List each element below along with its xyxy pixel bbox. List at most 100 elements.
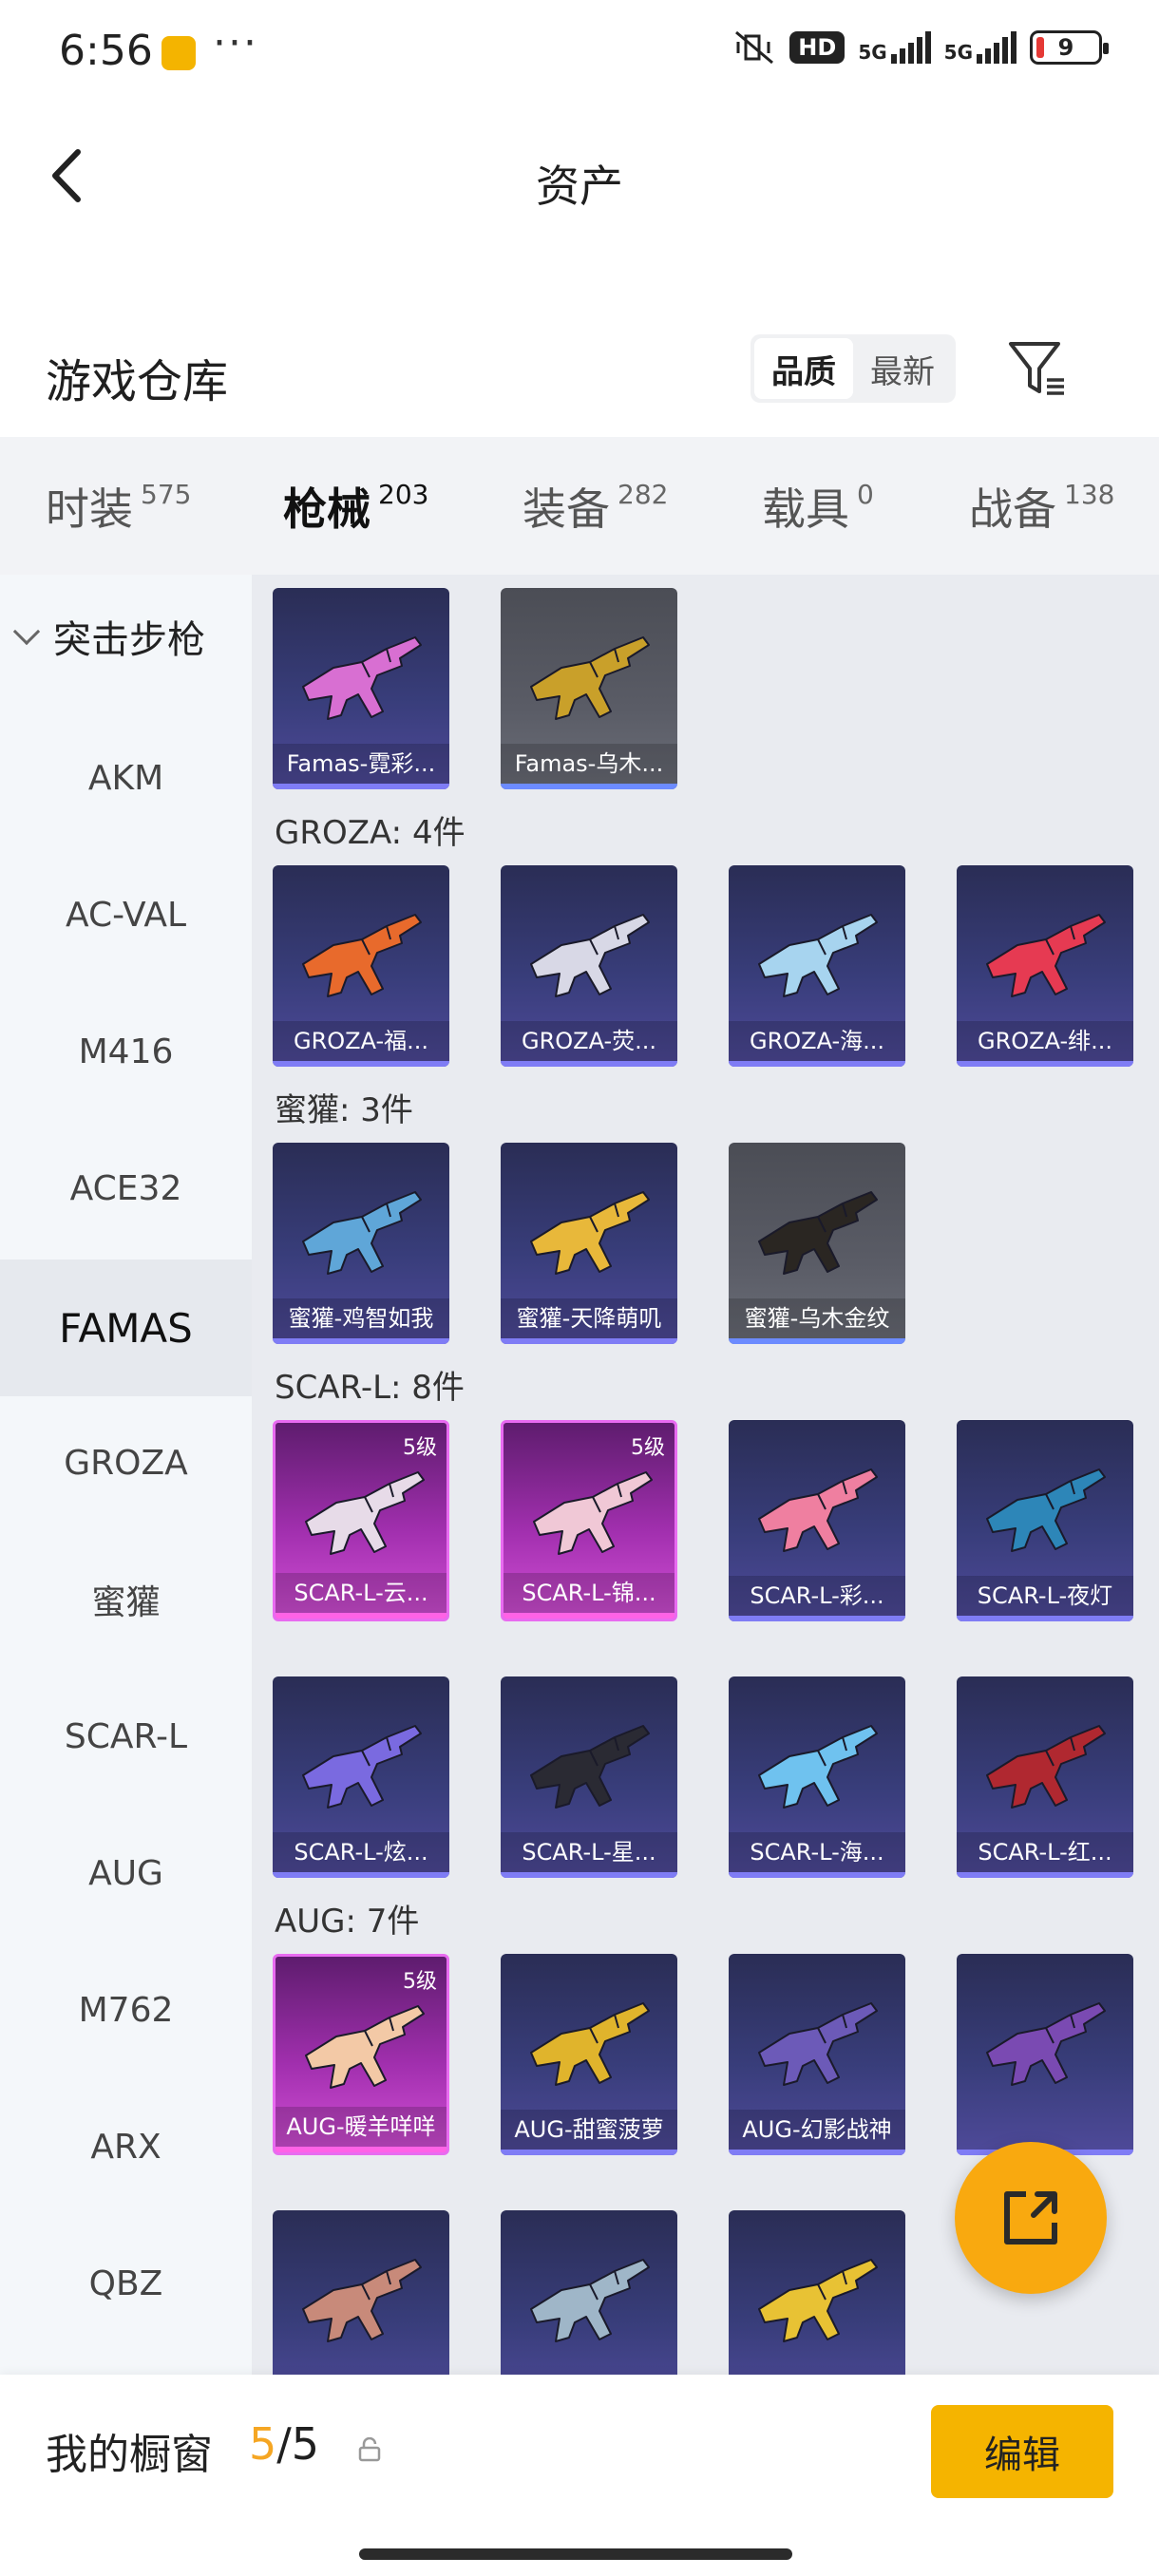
- tab-guns[interactable]: 枪械 203: [283, 475, 428, 587]
- showcase-label: 我的橱窗: [46, 2431, 213, 2479]
- rifle-icon: [530, 1725, 650, 1809]
- weapon-skin-name: SCAR-L-云...: [276, 1573, 446, 1613]
- warehouse-header: 游戏仓库 品质 最新: [0, 323, 1159, 437]
- weapon-skin-name: GROZA-绯...: [957, 1021, 1133, 1061]
- share-export-icon: [1004, 2191, 1057, 2245]
- weapon-skin-name: 蜜獾-鸡智如我: [273, 1298, 449, 1338]
- weapon-grid: FAMAS: 2件 Famas-霓彩... Famas-乌木... GROZA: 4件…: [252, 575, 1159, 2375]
- status-time: 6:56: [59, 27, 153, 75]
- weapon-skin-name: AUG-幻影战神: [729, 2110, 905, 2150]
- level-badge: 5级: [631, 1436, 665, 1460]
- rifle-icon: [530, 636, 650, 720]
- edit-button[interactable]: 编辑: [931, 2405, 1113, 2498]
- sidebar-item-aug[interactable]: AUG: [0, 1805, 252, 1941]
- weapon-skin-card[interactable]: 蜜獾-乌木金纹: [729, 1143, 905, 1344]
- rarity-bar: [273, 1872, 449, 1878]
- weapon-skin-card[interactable]: 蜜獾-天降萌叽: [501, 1143, 677, 1344]
- sidebar-item-honey-badger[interactable]: 蜜獾: [0, 1531, 252, 1668]
- weapon-skin-card[interactable]: SCAR-L-夜灯: [957, 1420, 1133, 1621]
- weapon-skin-card[interactable]: SCAR-L-星...: [501, 1676, 677, 1878]
- weapon-skin-card[interactable]: GROZA-海...: [729, 865, 905, 1067]
- sidebar-item-m762[interactable]: M762: [0, 1941, 252, 2078]
- sidebar-item-scar-l[interactable]: SCAR-L: [0, 1668, 252, 1805]
- showcase-total: 5: [291, 2418, 320, 2470]
- weapon-skin-name: SCAR-L-红...: [957, 1832, 1133, 1872]
- weapon-skin-card[interactable]: SCAR-L-红...: [957, 1676, 1133, 1878]
- weapon-skin-card[interactable]: [501, 2210, 677, 2375]
- weapon-skin-card[interactable]: [273, 2210, 449, 2375]
- tab-supplies[interactable]: 战备 138: [969, 475, 1114, 538]
- rifle-icon: [530, 2002, 650, 2086]
- weapon-skin-card[interactable]: 5级 SCAR-L-云...: [273, 1420, 449, 1621]
- battery-level: 9: [1057, 34, 1074, 61]
- sidebar-item-arx[interactable]: ARX: [0, 2078, 252, 2215]
- sidebar-group-assault-rifles[interactable]: 突击步枪: [12, 609, 205, 664]
- rifle-icon: [533, 1471, 653, 1555]
- notification-app-icon: [162, 36, 196, 70]
- sidebar-item-famas[interactable]: FAMAS: [0, 1260, 252, 1396]
- weapon-skin-card[interactable]: [729, 2210, 905, 2375]
- rarity-bar: [276, 1613, 446, 1619]
- tab-fashion[interactable]: 时装 575: [46, 475, 191, 538]
- sort-by-newest[interactable]: 最新: [853, 338, 952, 399]
- showcase-separator: /: [276, 2418, 292, 2470]
- section-title: AUG: 7件: [275, 1903, 420, 1941]
- weapon-skin-card[interactable]: Famas-霓彩...: [273, 588, 449, 789]
- weapon-skin-card[interactable]: AUG-幻影战神: [729, 1954, 905, 2155]
- weapon-skin-card[interactable]: SCAR-L-彩...: [729, 1420, 905, 1621]
- tab-vehicles[interactable]: 载具 0: [762, 475, 874, 538]
- category-tabs: 时装 575 枪械 203 装备 282 载具 0 战备 138: [0, 437, 1159, 587]
- home-indicator[interactable]: [359, 2548, 792, 2560]
- sidebar-item-ace32[interactable]: ACE32: [0, 1120, 252, 1257]
- weapon-skin-card[interactable]: GROZA-福...: [273, 865, 449, 1067]
- tab-equipment[interactable]: 装备 282: [522, 475, 668, 538]
- weapon-skin-card[interactable]: SCAR-L-炫...: [273, 1676, 449, 1878]
- sidebar-item-m416[interactable]: M416: [0, 983, 252, 1120]
- rarity-bar: [501, 1872, 677, 1878]
- hd-voice-icon: HD: [789, 31, 846, 64]
- weapon-skin-card[interactable]: 5级 SCAR-L-锦...: [501, 1420, 677, 1621]
- tab-count: 282: [618, 479, 669, 510]
- rarity-bar: [273, 1338, 449, 1344]
- rifle-icon: [758, 1191, 878, 1275]
- weapon-skin-name: 蜜獾-天降萌叽: [501, 1298, 677, 1338]
- sort-toggle: 品质 最新: [750, 334, 956, 403]
- weapon-skin-card[interactable]: SCAR-L-海...: [729, 1676, 905, 1878]
- rarity-bar: [729, 1338, 905, 1344]
- weapon-skin-card[interactable]: [957, 1954, 1133, 2155]
- tab-label: 载具: [762, 483, 849, 535]
- weapon-skin-card[interactable]: GROZA-绯...: [957, 865, 1133, 1067]
- weapon-skin-name: SCAR-L-炫...: [273, 1832, 449, 1872]
- sidebar-item-ac-val[interactable]: AC-VAL: [0, 846, 252, 983]
- rifle-icon: [986, 1725, 1106, 1809]
- weapon-skin-card[interactable]: AUG-甜蜜菠萝: [501, 1954, 677, 2155]
- rifle-icon: [758, 1468, 878, 1552]
- lock-icon: [358, 2437, 381, 2462]
- sidebar-item-akm[interactable]: AKM: [0, 710, 252, 846]
- rarity-bar: [501, 1338, 677, 1344]
- status-icons: HD 5G 5G 9: [732, 28, 1109, 66]
- rifle-icon: [302, 2259, 422, 2342]
- weapon-skin-name: GROZA-荧...: [501, 1021, 677, 1061]
- weapon-skin-name: GROZA-福...: [273, 1021, 449, 1061]
- weapon-type-sidebar: 突击步枪 AKM AC-VAL M416 ACE32 FAMAS GROZA 蜜…: [0, 575, 252, 2375]
- mute-vibrate-icon: [735, 30, 774, 65]
- weapon-skin-card[interactable]: GROZA-荧...: [501, 865, 677, 1067]
- rarity-bar: [501, 1061, 677, 1067]
- weapon-skin-name: SCAR-L-彩...: [729, 1576, 905, 1616]
- rifle-icon: [530, 1191, 650, 1275]
- rarity-bar: [729, 1616, 905, 1621]
- sidebar-item-qbz[interactable]: QBZ: [0, 2215, 252, 2352]
- weapon-skin-card[interactable]: 5级 AUG-暖羊咩咩: [273, 1954, 449, 2155]
- rifle-icon: [986, 914, 1106, 997]
- weapon-skin-card[interactable]: 蜜獾-鸡智如我: [273, 1143, 449, 1344]
- weapon-skin-card[interactable]: Famas-乌木...: [501, 588, 677, 789]
- rifle-icon: [530, 914, 650, 997]
- rarity-bar: [501, 784, 677, 789]
- sort-by-quality[interactable]: 品质: [754, 338, 853, 399]
- sidebar-item-groza[interactable]: GROZA: [0, 1394, 252, 1531]
- filter-icon[interactable]: [1005, 336, 1070, 401]
- section-title: FAMAS: 2件: [275, 575, 457, 576]
- showcase-count: 5/5: [249, 2418, 319, 2470]
- share-button[interactable]: [955, 2142, 1107, 2294]
